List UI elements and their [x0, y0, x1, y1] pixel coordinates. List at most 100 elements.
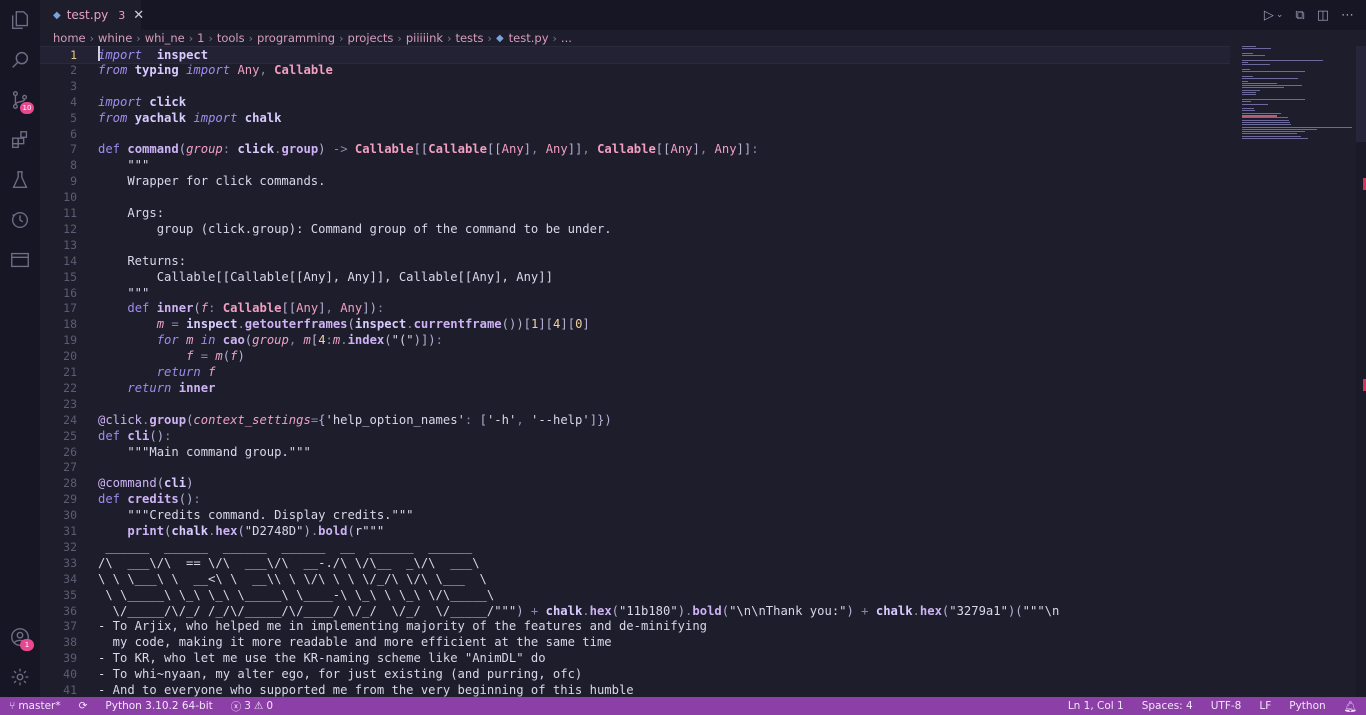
code-line[interactable]: 23 — [40, 396, 1230, 412]
breadcrumb-item-tools[interactable]: tools — [217, 31, 245, 45]
code-line[interactable]: 38 my code, making it more readable and … — [40, 634, 1230, 650]
code-line[interactable]: 29 def credits(): — [40, 491, 1230, 507]
code-token: \ \ \___\ \ __<\ \ __\\ \ \/\ \ \ \/_/\ … — [98, 571, 487, 586]
breadcrumb-item-file[interactable]: test.py — [509, 31, 549, 45]
settings-gear-icon[interactable] — [0, 657, 40, 697]
tab-bar: ◆ test.py 3 ✕ ▷ ⌄ ⧉ ◫ ⋯ — [40, 0, 1366, 30]
breadcrumb-item-projects[interactable]: projects — [348, 31, 394, 45]
code-token: Returns: — [98, 253, 187, 268]
timeline-icon[interactable] — [0, 200, 40, 240]
code-line[interactable]: 15 Callable[[Callable[[Any], Any]], Call… — [40, 269, 1230, 285]
line-number: 20 — [63, 349, 77, 364]
code-line[interactable]: 2 from typing import Any, Callable — [40, 62, 1230, 78]
tab-test-py[interactable]: ◆ test.py 3 ✕ — [40, 0, 144, 30]
code-line[interactable]: 7 def command(group: click.group) -> Call… — [40, 141, 1230, 157]
testing-icon[interactable] — [0, 160, 40, 200]
scrollbar-thumb[interactable] — [1356, 46, 1366, 142]
explorer-icon[interactable] — [0, 0, 40, 40]
code-line[interactable]: 33 /\ ___\/\ == \/\ ___\/\ __-./\ \/\__ _… — [40, 555, 1230, 571]
code-line[interactable]: 19 for m in cao(group, m[4:m.index("(")]… — [40, 332, 1230, 348]
code-line[interactable]: 9 Wrapper for click commands. — [40, 173, 1230, 189]
code-line[interactable]: 14 Returns: — [40, 253, 1230, 269]
encoding[interactable]: UTF-8 — [1202, 700, 1251, 712]
code-token: chalk — [875, 603, 913, 618]
line-number: 25 — [63, 428, 77, 443]
code-token: )( — [1007, 603, 1023, 618]
indentation[interactable]: Spaces: 4 — [1133, 700, 1202, 712]
code-line[interactable]: 16 """ — [40, 285, 1230, 301]
breadcrumb-item-symbols[interactable]: ... — [561, 31, 572, 45]
run-icon[interactable]: ▷ — [1264, 8, 1274, 23]
code-line[interactable]: 37 - To Arjix, who helped me in implement… — [40, 618, 1230, 634]
cursor-position[interactable]: Ln 1, Col 1 — [1059, 700, 1133, 712]
code-line[interactable]: 13 — [40, 237, 1230, 253]
error-icon: ⓧ — [230, 700, 242, 713]
line-code: import inspect — [98, 48, 208, 62]
code-line[interactable]: 39 - To KR, who let me use the KR-naming … — [40, 650, 1230, 666]
line-code: """ — [98, 286, 149, 300]
chevron-right-icon: › — [487, 31, 492, 45]
code-line[interactable]: 8 """ — [40, 157, 1230, 173]
breadcrumb-item-home[interactable]: home — [53, 31, 86, 45]
breadcrumb-item-programming[interactable]: programming — [257, 31, 335, 45]
code-line[interactable]: 27 — [40, 459, 1230, 475]
compare-changes-icon[interactable]: ⧉ — [1295, 8, 1304, 23]
language-mode[interactable]: Python — [1280, 700, 1334, 712]
code-line[interactable]: 36 \/_____/\/_/ /_/\/_____/\/____/ \/_/ … — [40, 603, 1230, 619]
code-line[interactable]: 21 return f — [40, 364, 1230, 380]
code-line[interactable]: 18 m = inspect.getouterframes(inspect.cu… — [40, 316, 1230, 332]
problems-status[interactable]: ⓧ 3 ⚠ 0 — [222, 699, 282, 714]
account-icon[interactable]: 1 — [0, 617, 40, 657]
code-token: getouterframes — [244, 317, 348, 332]
notifications-bell-icon[interactable]: 🔔︎ — [1335, 700, 1366, 713]
code-token: inner — [178, 380, 216, 395]
code-line[interactable]: 3 — [40, 78, 1230, 94]
code-line[interactable]: 32 ______ ______ ______ ______ __ ______… — [40, 539, 1230, 555]
breadcrumb-item-whi-ne[interactable]: whi_ne — [145, 31, 185, 45]
extensions-icon[interactable] — [0, 120, 40, 160]
python-interpreter[interactable]: Python 3.10.2 64-bit — [96, 700, 221, 712]
code-line[interactable]: 12 group (click.group): Command group of… — [40, 221, 1230, 237]
vertical-scrollbar[interactable] — [1356, 46, 1366, 697]
code-line[interactable]: 6 — [40, 126, 1230, 142]
code-token: @command — [98, 476, 157, 491]
sync-status[interactable]: ⟳ — [70, 700, 97, 712]
code-line[interactable]: 30 """Credits command. Display credits."… — [40, 507, 1230, 523]
search-icon[interactable] — [0, 40, 40, 80]
code-line[interactable]: 22 return inner — [40, 380, 1230, 396]
code-line[interactable]: 25 def cli(): — [40, 428, 1230, 444]
minimap[interactable] — [1240, 46, 1355, 146]
run-dropdown-icon[interactable]: ⌄ — [1276, 10, 1284, 20]
code-line[interactable]: 17 def inner(f: Callable[[Any], Any]): — [40, 300, 1230, 316]
code-line[interactable]: 35 \ \_____\ \_\ \_\ \_____\ \____-\ \_\… — [40, 587, 1230, 603]
git-branch-status[interactable]: ⑂ master* — [0, 700, 70, 712]
branch-name: master* — [18, 700, 61, 712]
code-token: Callable — [274, 62, 333, 77]
source-control-icon[interactable]: 10 — [0, 80, 40, 120]
code-line[interactable]: 20 f = m(f) — [40, 348, 1230, 364]
code-line[interactable]: 28 @command(cli) — [40, 475, 1230, 491]
code-line[interactable]: 40 - To whi~nyaan, my alter ego, for just… — [40, 666, 1230, 682]
code-line[interactable]: 11 Args: — [40, 205, 1230, 221]
end-of-line[interactable]: LF — [1250, 700, 1280, 712]
code-line[interactable]: 34 \ \ \___\ \ __<\ \ __\\ \ \/\ \ \ \/_/… — [40, 571, 1230, 587]
code-line[interactable]: 10 — [40, 189, 1230, 205]
code-line[interactable]: 5 from yachalk import chalk — [40, 110, 1230, 126]
breadcrumb-item-whine[interactable]: whine — [98, 31, 132, 45]
remote-explorer-icon[interactable] — [0, 240, 40, 280]
code-line[interactable]: 31 print(chalk.hex("D2748D").bold(r""" — [40, 523, 1230, 539]
code-line[interactable]: 26 """Main command group.""" — [40, 444, 1230, 460]
code-line[interactable]: 4 import click — [40, 94, 1230, 110]
more-actions-icon[interactable]: ⋯ — [1341, 8, 1354, 23]
code-token: """Main command group.""" — [98, 444, 311, 459]
close-icon[interactable]: ✕ — [133, 8, 144, 23]
breadcrumb-item-piiiiink[interactable]: piiiiink — [406, 31, 443, 45]
code-line[interactable]: 41 - And to everyone who supported me fro… — [40, 682, 1230, 698]
split-editor-icon[interactable]: ◫ — [1317, 8, 1329, 23]
breadcrumb-item-tests[interactable]: tests — [455, 31, 483, 45]
code-token: "(" — [391, 333, 414, 348]
breadcrumb-item-1[interactable]: 1 — [197, 31, 204, 45]
code-editor[interactable]: 1 import inspect 2 from typing import Any, … — [40, 46, 1366, 697]
code-line[interactable]: 24 @click.group(context_settings={'help_o… — [40, 412, 1230, 428]
